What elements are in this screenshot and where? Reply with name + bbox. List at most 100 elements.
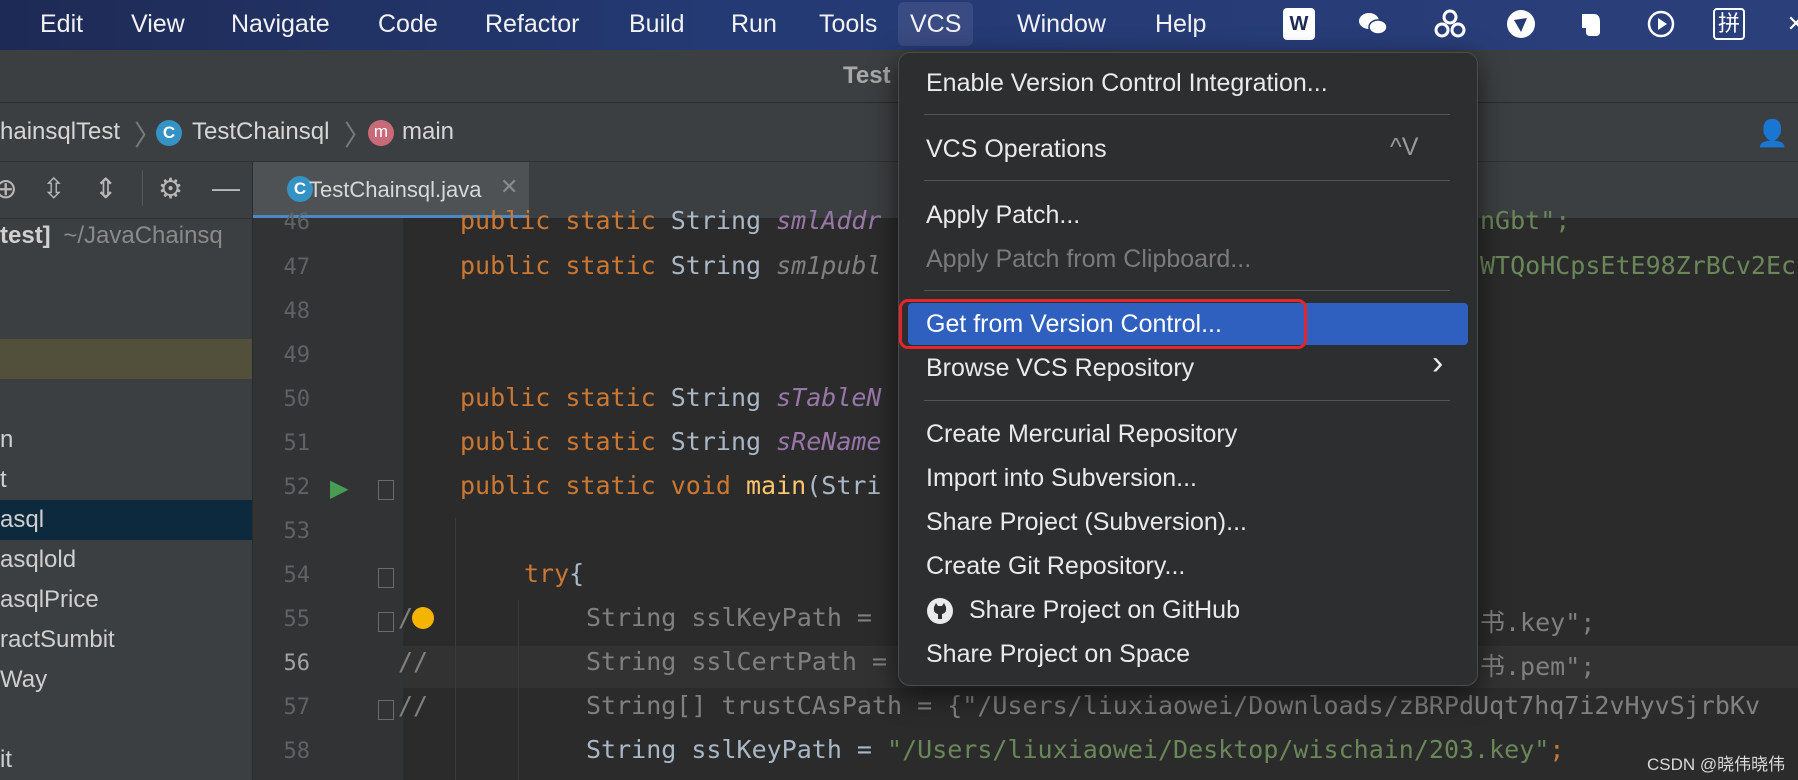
breadcrumb-project[interactable]: hainsqlTest: [0, 118, 120, 146]
menu-share-space[interactable]: Share Project on Space: [926, 634, 1190, 674]
pinyin-icon[interactable]: 拼: [1713, 8, 1745, 40]
fold-icon[interactable]: [378, 480, 394, 500]
gear-icon[interactable]: ⚙: [158, 172, 183, 205]
code-line-56-tail: 书.pem";: [1480, 652, 1596, 681]
line-number-current: 56: [283, 651, 311, 676]
indent-guide: [455, 518, 456, 780]
code-comment-57: //: [398, 691, 429, 720]
indent-guide: [518, 600, 519, 780]
menu-apply-patch-clipboard: Apply Patch from Clipboard...: [926, 245, 1252, 273]
menu-window[interactable]: Window: [1017, 0, 1106, 48]
menu-refactor[interactable]: Refactor: [485, 0, 579, 48]
tree-item-selected[interactable]: asql: [0, 500, 252, 540]
method-icon: m: [368, 120, 394, 146]
code-line-55[interactable]: String sslKeyPath =: [586, 603, 872, 632]
shortcut-label: ^V: [1390, 133, 1419, 161]
fold-icon[interactable]: [378, 568, 394, 588]
menu-apply-patch[interactable]: Apply Patch...: [926, 195, 1080, 235]
menu-separator: [924, 400, 1450, 401]
menu-import-subversion[interactable]: Import into Subversion...: [926, 458, 1197, 498]
tab-label: TestChainsql.java: [309, 177, 482, 202]
locate-icon[interactable]: ⊕: [0, 172, 17, 205]
lightbulb-icon[interactable]: [412, 607, 434, 629]
menu-create-git-repo[interactable]: Create Git Repository...: [926, 546, 1185, 586]
line-number: 48: [283, 299, 311, 324]
menu-share-github[interactable]: Share Project on GitHub: [969, 590, 1240, 630]
close-icon[interactable]: ✕: [500, 174, 518, 200]
overflow-icon[interactable]: ✕: [1780, 8, 1798, 40]
menu-build[interactable]: Build: [629, 0, 685, 48]
minimize-icon[interactable]: —: [212, 172, 240, 204]
code-line-47[interactable]: public static String sm1publ: [460, 251, 881, 280]
code-comment-55: /: [398, 603, 414, 632]
expand-all-icon[interactable]: ⇳: [42, 172, 65, 205]
menu-run[interactable]: Run: [731, 0, 777, 48]
fold-icon[interactable]: [378, 700, 394, 720]
tree-item[interactable]: ractSumbit: [0, 620, 252, 660]
account-icon[interactable]: 👤: [1756, 118, 1788, 149]
line-number: 49: [283, 343, 311, 368]
window-title: Test: [843, 62, 891, 89]
code-line-46[interactable]: public static String smlAddr: [460, 206, 881, 235]
cloud-sync-icon[interactable]: [1433, 8, 1466, 40]
tree-item[interactable]: asqlold: [0, 540, 252, 580]
code-line-52[interactable]: public static void main(Stri: [460, 471, 881, 500]
tree-item[interactable]: asqlPrice: [0, 580, 252, 620]
code-line-47-tail: WTQoHCpsEtE98ZrBCv2Ec: [1480, 251, 1797, 280]
menu-code[interactable]: Code: [378, 0, 438, 48]
tree-item[interactable]: n: [0, 420, 252, 460]
annotation-highlight-box: [899, 299, 1307, 349]
code-line-46-tail: nGbt";: [1480, 206, 1571, 235]
menu-help[interactable]: Help: [1155, 0, 1206, 48]
menu-separator: [924, 114, 1450, 115]
line-number: 55: [283, 607, 311, 632]
menu-create-mercurial-repo[interactable]: Create Mercurial Repository: [926, 414, 1237, 454]
menu-enable-vcs-integration[interactable]: Enable Version Control Integration...: [926, 63, 1328, 103]
class-icon: C: [156, 120, 182, 146]
breadcrumb-class[interactable]: TestChainsql: [192, 118, 329, 146]
evernote-icon[interactable]: [1574, 8, 1606, 40]
code-line-56[interactable]: String sslCertPath =: [586, 647, 887, 676]
menu-view[interactable]: View: [131, 0, 185, 48]
fold-icon[interactable]: [378, 612, 394, 632]
project-root[interactable]: test] ~/JavaChainsq: [0, 222, 223, 250]
line-number: 51: [283, 431, 311, 456]
menu-separator: [924, 290, 1450, 291]
code-line-51[interactable]: public static String sReName: [460, 427, 881, 456]
github-icon: [926, 597, 954, 625]
wps-icon[interactable]: W: [1283, 8, 1315, 40]
menu-navigate[interactable]: Navigate: [231, 0, 330, 48]
collapse-all-icon[interactable]: ⇕: [94, 172, 117, 205]
watermark: CSDN @晓伟晓伟: [1647, 755, 1786, 774]
line-number: 54: [283, 563, 311, 588]
code-line-55-tail: 书.key";: [1480, 608, 1596, 637]
code-comment-56: //: [398, 647, 429, 676]
tree-row-highlight: [0, 339, 252, 379]
wechat-icon[interactable]: [1357, 8, 1389, 40]
breadcrumb-method[interactable]: main: [402, 118, 454, 146]
line-number: 57: [283, 695, 311, 720]
menu-separator: [924, 180, 1450, 181]
line-number: 47: [283, 255, 311, 280]
toolbar-divider: [142, 170, 143, 206]
menu-edit[interactable]: Edit: [40, 0, 83, 48]
code-line-50[interactable]: public static String sTableN: [460, 383, 881, 412]
line-number: 53: [283, 519, 311, 544]
play-icon[interactable]: [1645, 8, 1677, 40]
run-icon[interactable]: ▶: [330, 474, 348, 503]
code-line-54[interactable]: try{: [524, 559, 584, 588]
menu-tools[interactable]: Tools: [819, 0, 877, 48]
line-number: 46: [283, 210, 311, 235]
code-line-58[interactable]: String sslKeyPath = "/Users/liuxiaowei/D…: [586, 735, 1564, 764]
tree-item[interactable]: Way: [0, 660, 252, 700]
line-number: 52: [283, 475, 311, 500]
menu-browse-vcs-repository[interactable]: Browse VCS Repository: [926, 348, 1194, 388]
tree-item[interactable]: it: [0, 740, 252, 780]
code-line-57[interactable]: String[] trustCAsPath = {"/Users/liuxiao…: [586, 691, 1760, 720]
tree-item[interactable]: t: [0, 460, 252, 500]
menu-vcs-operations[interactable]: VCS Operations: [926, 129, 1107, 169]
bird-icon[interactable]: [1505, 8, 1537, 40]
menu-vcs[interactable]: VCS: [898, 2, 974, 46]
menu-share-subversion[interactable]: Share Project (Subversion)...: [926, 502, 1247, 542]
line-number: 50: [283, 387, 311, 412]
